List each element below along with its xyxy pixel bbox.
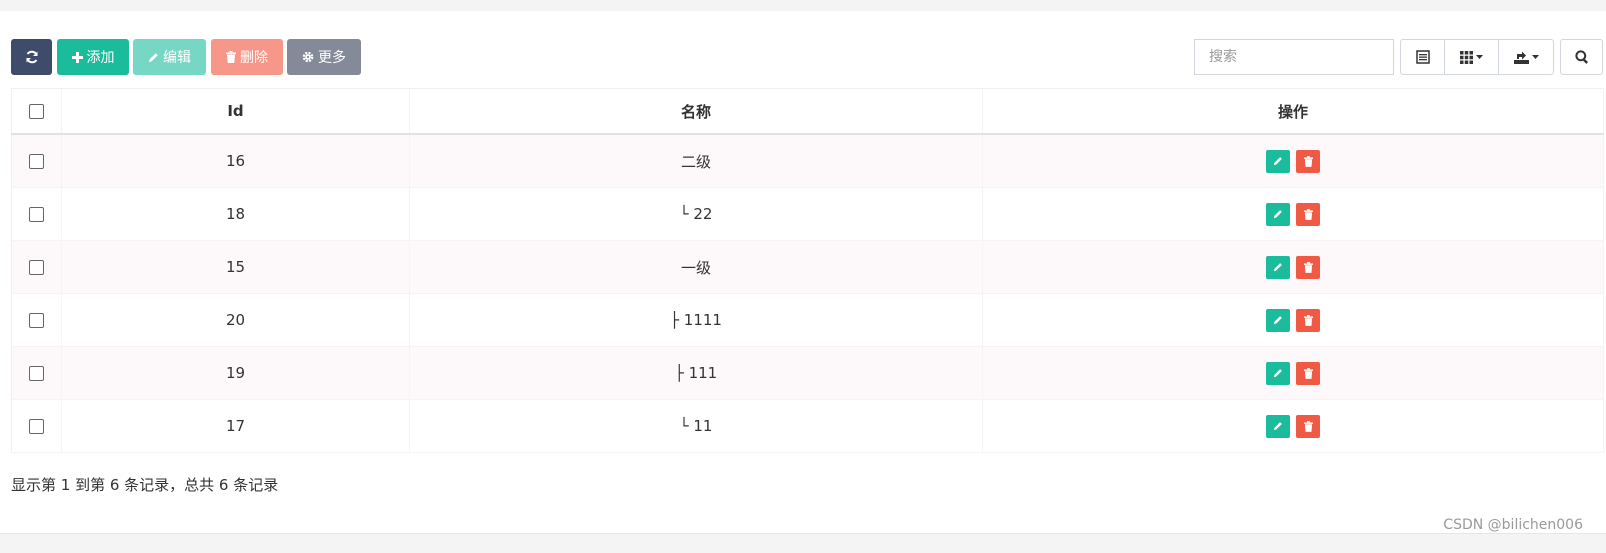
pencil-icon	[1273, 369, 1282, 378]
watermark: CSDN @bilichen006	[1443, 517, 1583, 533]
row-edit-button[interactable]	[1266, 361, 1290, 385]
pencil-icon	[1273, 210, 1282, 219]
trash-icon	[1303, 420, 1313, 432]
row-id: 16	[61, 134, 410, 188]
delete-button[interactable]: 删除	[211, 39, 283, 75]
row-name: 二级	[409, 134, 983, 188]
row-edit-button[interactable]	[1266, 202, 1290, 226]
row-edit-button[interactable]	[1266, 308, 1290, 332]
pencil-icon	[1273, 422, 1282, 431]
row-id: 19	[61, 346, 410, 400]
row-id: 17	[61, 399, 410, 453]
search-button[interactable]	[1561, 40, 1602, 74]
edit-button[interactable]: 编辑	[133, 39, 206, 75]
row-checkbox[interactable]	[29, 313, 44, 328]
table-row: 16 二级	[11, 134, 1604, 188]
gear-icon	[302, 51, 314, 63]
add-button[interactable]: 添加	[57, 39, 129, 75]
row-name: └ 11	[409, 399, 983, 453]
header-name[interactable]: 名称	[409, 88, 983, 135]
refresh-icon	[26, 50, 37, 64]
row-edit-button[interactable]	[1266, 255, 1290, 279]
row-checkbox[interactable]	[29, 154, 44, 169]
trash-icon	[226, 51, 236, 63]
row-delete-button[interactable]	[1296, 414, 1320, 438]
row-name: ├ 1111	[409, 293, 983, 347]
export-icon	[1513, 51, 1529, 64]
row-delete-button[interactable]	[1296, 308, 1320, 332]
row-id: 18	[61, 187, 410, 241]
edit-button-label: 编辑	[163, 50, 191, 66]
columns-button[interactable]	[1445, 40, 1499, 74]
trash-icon	[1303, 314, 1313, 326]
row-edit-button[interactable]	[1266, 414, 1290, 438]
row-id: 20	[61, 293, 410, 347]
caret-down-icon	[1476, 55, 1483, 59]
row-delete-button[interactable]	[1296, 202, 1320, 226]
more-button-label: 更多	[318, 50, 346, 66]
view-options-group	[1400, 39, 1554, 75]
table-row: 17 └ 11	[11, 399, 1604, 453]
trash-icon	[1303, 367, 1313, 379]
search-toggle-group	[1560, 39, 1603, 75]
row-checkbox[interactable]	[29, 207, 44, 222]
table-row: 20 ├ 1111	[11, 293, 1604, 347]
data-table: Id 名称 操作 16 二级 18 └ 22 15 一级 20 ├ 1111 1…	[11, 88, 1604, 453]
toggle-view-button[interactable]	[1401, 40, 1445, 74]
row-name: ├ 111	[409, 346, 983, 400]
search-input[interactable]	[1194, 39, 1394, 75]
header-id[interactable]: Id	[61, 88, 410, 135]
export-button[interactable]	[1499, 40, 1553, 74]
row-delete-button[interactable]	[1296, 149, 1320, 173]
select-all-checkbox[interactable]	[29, 104, 44, 119]
row-name: 一级	[409, 240, 983, 294]
row-checkbox[interactable]	[29, 260, 44, 275]
header-select-all[interactable]	[11, 88, 62, 135]
table-row: 19 ├ 111	[11, 346, 1604, 400]
row-id: 15	[61, 240, 410, 294]
caret-down-icon	[1531, 55, 1539, 59]
pencil-icon	[149, 52, 158, 62]
trash-icon	[1303, 155, 1313, 167]
row-delete-button[interactable]	[1296, 361, 1320, 385]
pencil-icon	[1273, 157, 1282, 166]
row-checkbox[interactable]	[29, 366, 44, 381]
table-row: 18 └ 22	[11, 187, 1604, 241]
content-panel: 添加 编辑 删除 更多 搜索 Id 名称 操作 16 二级 18 └ 22 15…	[0, 11, 1606, 534]
pencil-icon	[1273, 263, 1282, 272]
list-view-icon	[1415, 50, 1430, 64]
more-button[interactable]: 更多	[287, 39, 361, 75]
row-edit-button[interactable]	[1266, 149, 1290, 173]
delete-button-label: 删除	[240, 50, 268, 66]
pagination-info: 显示第 1 到第 6 条记录，总共 6 条记录	[11, 476, 279, 494]
search-icon	[1574, 50, 1588, 64]
row-name: └ 22	[409, 187, 983, 241]
grid-icon	[1460, 50, 1473, 64]
row-delete-button[interactable]	[1296, 255, 1320, 279]
trash-icon	[1303, 208, 1313, 220]
refresh-button[interactable]	[11, 39, 52, 75]
row-checkbox[interactable]	[29, 419, 44, 434]
plus-icon	[71, 51, 83, 63]
header-ops: 操作	[982, 88, 1604, 135]
pencil-icon	[1273, 316, 1282, 325]
add-button-label: 添加	[86, 50, 115, 66]
table-header-row: Id 名称 操作	[11, 88, 1604, 135]
table-row: 15 一级	[11, 240, 1604, 294]
trash-icon	[1303, 261, 1313, 273]
